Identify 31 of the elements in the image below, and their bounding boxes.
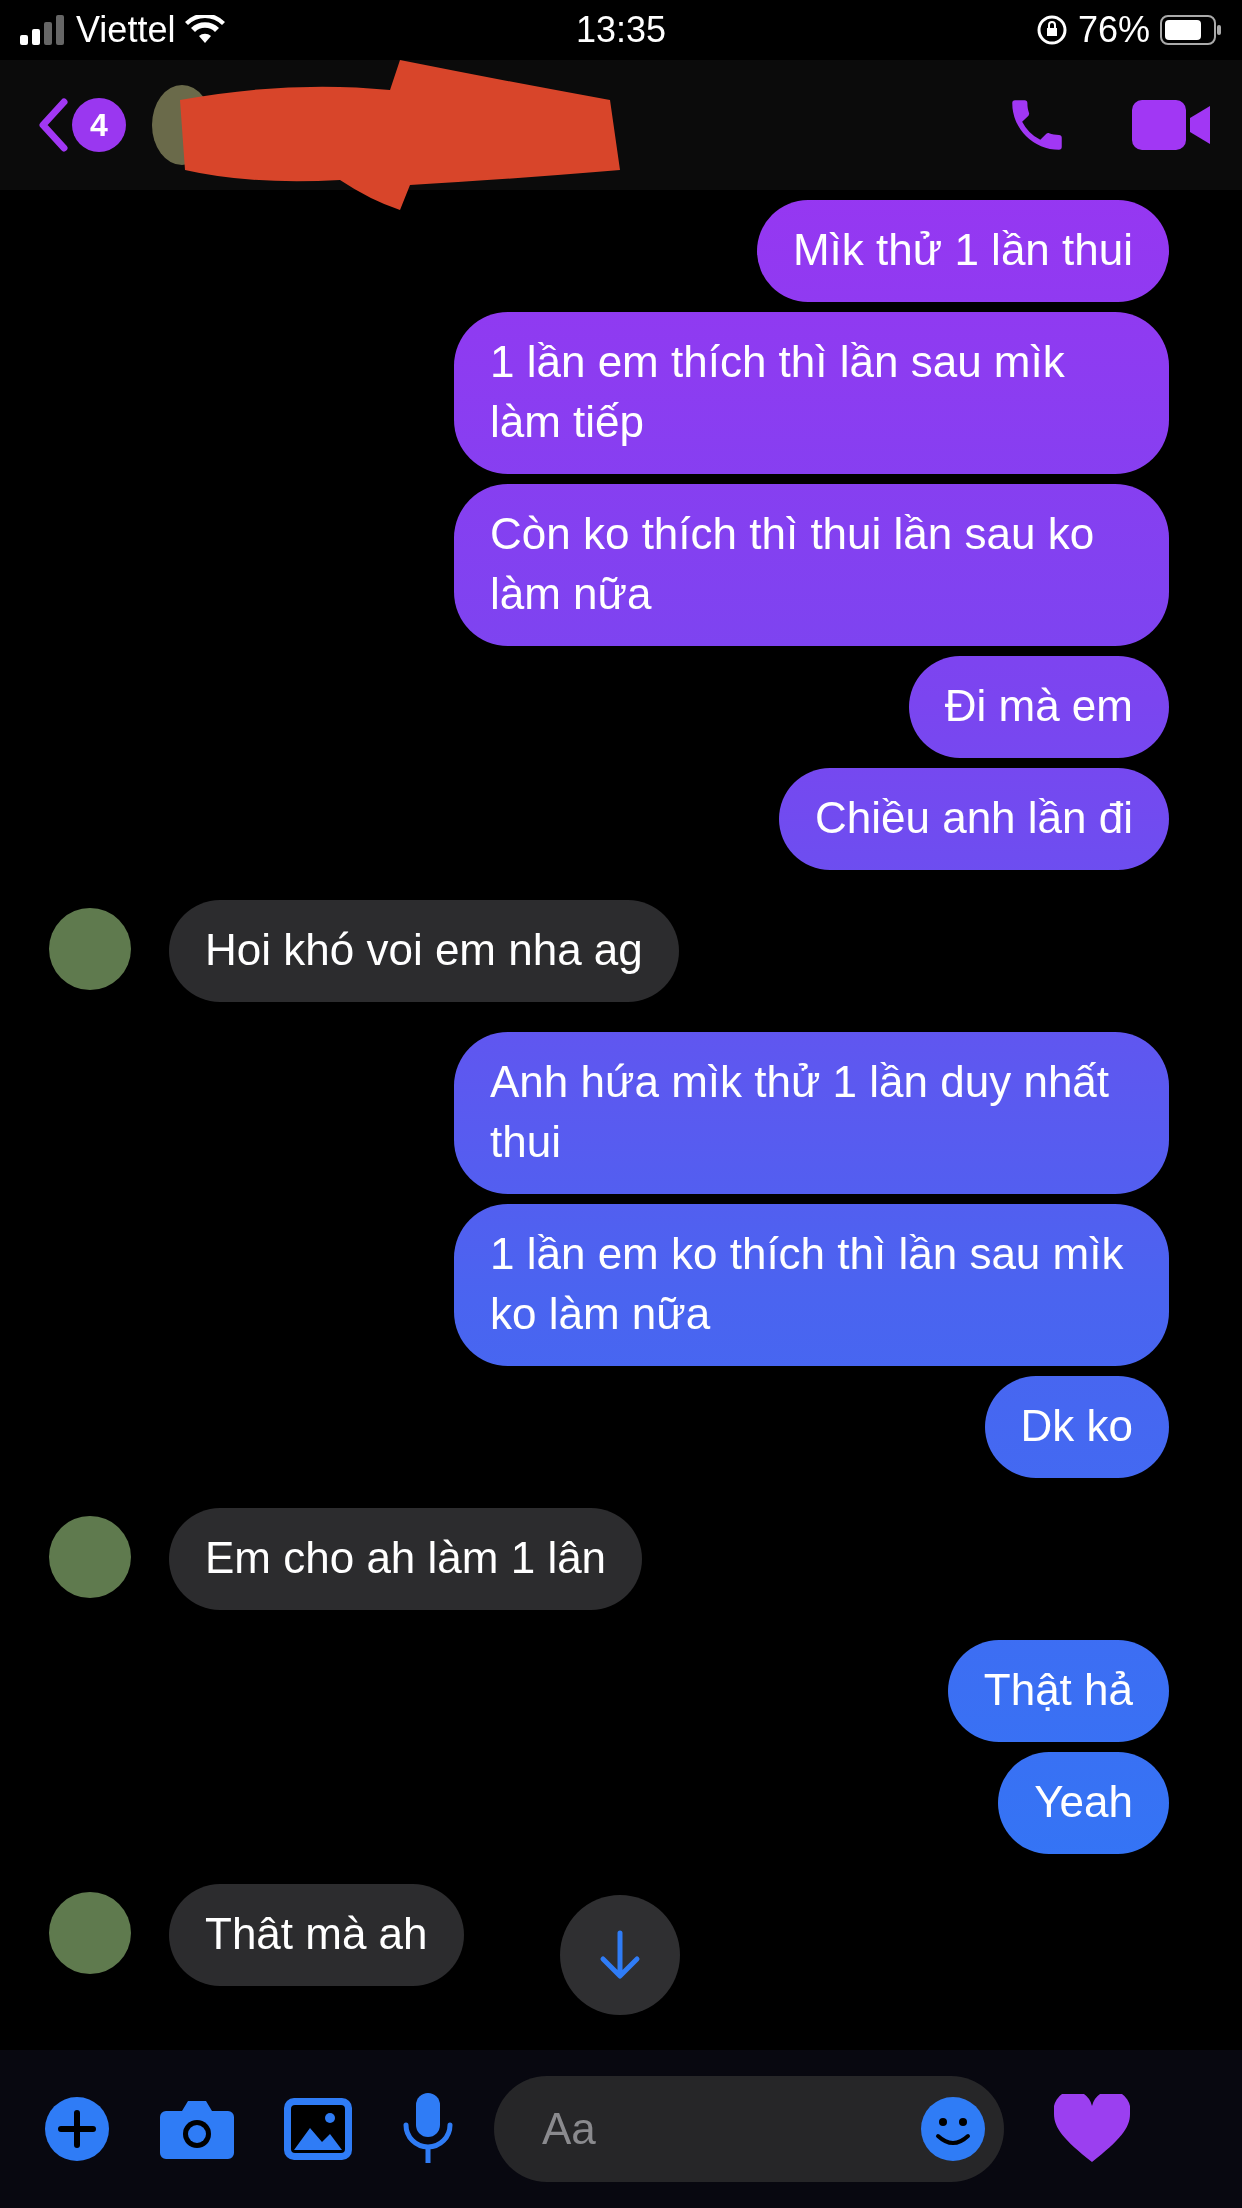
received-message: Thât mà ah xyxy=(169,1884,464,1986)
sent-message: Dk ko xyxy=(984,1376,1169,1478)
sent-message: Chiều anh lần đi xyxy=(779,768,1169,870)
sent-message: Thật hả xyxy=(947,1640,1169,1742)
unread-count-badge: 4 xyxy=(72,98,126,152)
battery-percent: 76% xyxy=(1077,9,1150,51)
plus-icon[interactable] xyxy=(44,2096,110,2162)
camera-icon[interactable] xyxy=(160,2099,234,2159)
rotation-lock-icon xyxy=(1035,14,1068,46)
wifi-icon xyxy=(185,15,226,45)
sent-message: 1 lần em thích thì lần sau mìk làm tiếp xyxy=(454,312,1169,474)
back-icon[interactable] xyxy=(38,98,68,152)
received-message: Hoi khó voi em nha ag xyxy=(169,900,679,1002)
heart-icon[interactable] xyxy=(1054,2094,1130,2164)
sent-message: Anh hứa mìk thử 1 lần duy nhất thui xyxy=(454,1032,1169,1194)
sent-message: Đi mà em xyxy=(908,656,1169,758)
sent-message: Mìk thử 1 lần thui xyxy=(756,200,1169,302)
microphone-icon[interactable] xyxy=(402,2093,454,2165)
message-input-field[interactable]: Aa xyxy=(494,2076,1004,2182)
clock-time: 13:35 xyxy=(575,9,667,51)
image-icon[interactable] xyxy=(284,2098,352,2160)
video-camera-icon[interactable] xyxy=(1132,98,1212,152)
smiley-icon[interactable] xyxy=(920,2096,986,2162)
carrier-name: Viettel xyxy=(76,9,176,51)
signal-icon xyxy=(20,15,66,45)
sent-message: Yeah xyxy=(998,1752,1169,1854)
sent-message: Còn ko thích thì thui lần sau ko làm nữa xyxy=(454,484,1169,646)
message-input[interactable]: Aa xyxy=(540,2103,844,2155)
battery-icon xyxy=(1160,15,1222,45)
received-message: Em cho ah làm 1 lân xyxy=(169,1508,643,1610)
sent-message: 1 lần em ko thích thì lần sau mìk ko làm nữa xyxy=(454,1204,1169,1366)
